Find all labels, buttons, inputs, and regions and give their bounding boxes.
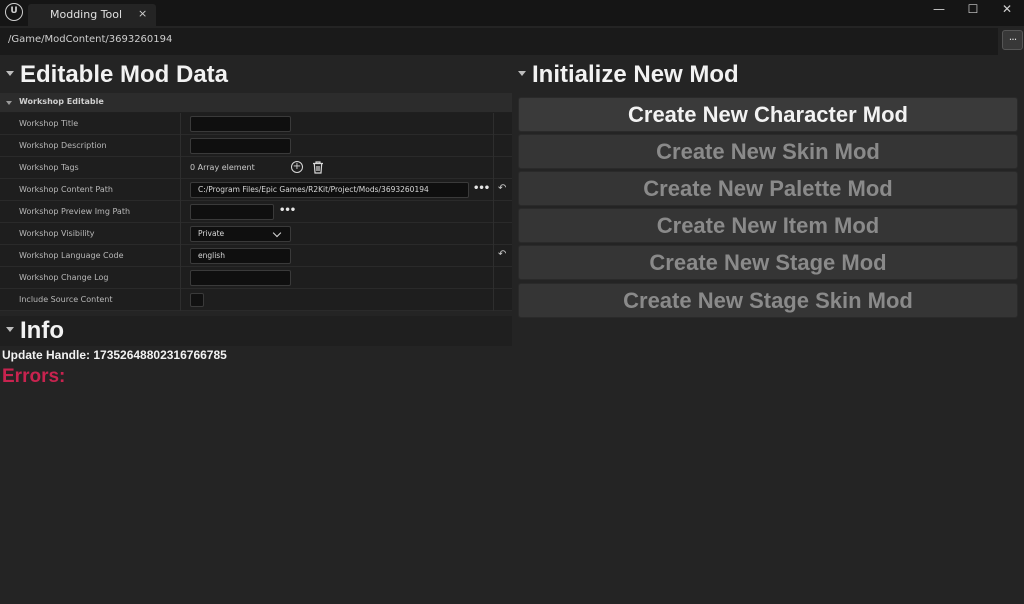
column-divider xyxy=(493,157,494,179)
editable-mod-data-title: Editable Mod Data xyxy=(20,61,229,88)
minimize-button[interactable]: — xyxy=(922,0,956,20)
workshop-preview-img-input[interactable] xyxy=(190,204,274,220)
prop-row-workshop-change-log: Workshop Change Log xyxy=(0,267,512,289)
prop-row-include-source-content: Include Source Content xyxy=(0,289,512,311)
prop-label: Workshop Visibility xyxy=(19,229,95,238)
create-stage-mod-button[interactable]: Create New Stage Mod xyxy=(518,245,1018,280)
initialize-new-mod-title: Initialize New Mod xyxy=(532,61,739,88)
workshop-title-input[interactable] xyxy=(190,116,291,132)
reset-arrow-icon[interactable]: ↶ xyxy=(498,183,506,194)
content-path-bar[interactable]: /Game/ModContent/3693260194 xyxy=(0,28,998,55)
editable-mod-data-header[interactable]: Editable Mod Data xyxy=(6,59,506,91)
prop-row-workshop-description: Workshop Description xyxy=(0,135,512,157)
prop-row-workshop-language-code: Workshop Language Code english ↶ xyxy=(0,245,512,267)
details-panel: Workshop Editable Workshop Title Worksho… xyxy=(0,93,512,311)
create-stage-skin-mod-button[interactable]: Create New Stage Skin Mod xyxy=(518,283,1018,318)
update-handle-text: Update Handle: 17352648802316766785 xyxy=(2,348,227,362)
maximize-button[interactable]: ☐ xyxy=(956,0,990,20)
info-header[interactable]: Info xyxy=(6,315,206,347)
prop-row-workshop-title: Workshop Title xyxy=(0,113,512,135)
tab-modding-tool[interactable]: Modding Tool × xyxy=(28,4,156,26)
prop-label: Workshop Title xyxy=(19,119,79,128)
visibility-value: Private xyxy=(198,229,225,238)
chevron-down-icon xyxy=(272,228,282,238)
column-divider xyxy=(180,201,181,223)
column-divider xyxy=(180,179,181,201)
initialize-new-mod-header[interactable]: Initialize New Mod xyxy=(518,59,818,91)
column-divider xyxy=(180,157,181,179)
column-divider xyxy=(180,267,181,289)
tab-label: Modding Tool xyxy=(50,8,123,21)
column-divider xyxy=(180,223,181,245)
workshop-content-path-input[interactable]: C:/Program Files/Epic Games/R2Kit/Projec… xyxy=(190,182,469,198)
content-path-text: /Game/ModContent/3693260194 xyxy=(8,34,173,45)
column-divider xyxy=(180,113,181,135)
collapse-arrow-icon xyxy=(6,71,14,76)
collapse-arrow-icon xyxy=(518,71,526,76)
column-divider xyxy=(493,179,494,201)
prop-row-workshop-preview-img-path: Workshop Preview Img Path ••• xyxy=(0,201,512,223)
browse-dots-icon[interactable]: ••• xyxy=(279,205,296,216)
prop-label: Workshop Language Code xyxy=(19,251,124,260)
category-label: Workshop Editable xyxy=(19,97,104,106)
workshop-change-log-input[interactable] xyxy=(190,270,291,286)
collapse-arrow-icon xyxy=(6,327,14,332)
column-divider xyxy=(493,135,494,157)
prop-label: Include Source Content xyxy=(19,295,113,304)
prop-label: Workshop Description xyxy=(19,141,107,150)
prop-label: Workshop Change Log xyxy=(19,273,109,282)
unreal-logo-icon: U xyxy=(5,3,23,21)
column-divider xyxy=(493,223,494,245)
path-browse-button[interactable]: ... xyxy=(1002,30,1023,50)
prop-label: Workshop Preview Img Path xyxy=(19,207,131,216)
close-window-button[interactable]: ✕ xyxy=(990,0,1024,20)
column-divider xyxy=(180,135,181,157)
create-character-mod-button[interactable]: Create New Character Mod xyxy=(518,97,1018,132)
column-divider xyxy=(493,289,494,311)
create-palette-mod-button[interactable]: Create New Palette Mod xyxy=(518,171,1018,206)
create-item-mod-button[interactable]: Create New Item Mod xyxy=(518,208,1018,243)
trash-icon[interactable] xyxy=(312,161,324,174)
column-divider xyxy=(493,201,494,223)
prop-row-workshop-visibility: Workshop Visibility Private xyxy=(0,223,512,245)
workshop-description-input[interactable] xyxy=(190,138,291,154)
column-divider xyxy=(493,245,494,267)
column-divider xyxy=(180,245,181,267)
reset-arrow-icon[interactable]: ↶ xyxy=(498,249,506,260)
prop-label: Workshop Content Path xyxy=(19,185,113,194)
include-source-checkbox[interactable] xyxy=(190,293,204,307)
title-bar: U Modding Tool × — ☐ ✕ xyxy=(0,0,1024,26)
tab-close-icon[interactable]: × xyxy=(138,7,147,20)
column-divider xyxy=(180,289,181,311)
workshop-language-code-input[interactable]: english xyxy=(190,248,291,264)
prop-row-workshop-tags: Workshop Tags 0 Array element + xyxy=(0,157,512,179)
create-skin-mod-button[interactable]: Create New Skin Mod xyxy=(518,134,1018,169)
errors-label: Errors: xyxy=(2,366,66,387)
info-title: Info xyxy=(20,317,64,344)
collapse-arrow-icon xyxy=(6,101,12,105)
column-divider xyxy=(493,267,494,289)
workshop-visibility-select[interactable]: Private xyxy=(190,226,291,242)
column-divider xyxy=(493,113,494,135)
prop-label: Workshop Tags xyxy=(19,163,79,172)
browse-dots-icon[interactable]: ••• xyxy=(473,183,490,194)
add-element-icon[interactable]: + xyxy=(291,161,303,173)
tags-array-count: 0 Array element xyxy=(190,163,255,172)
prop-row-workshop-content-path: Workshop Content Path C:/Program Files/E… xyxy=(0,179,512,201)
category-workshop-editable[interactable]: Workshop Editable xyxy=(0,93,512,113)
